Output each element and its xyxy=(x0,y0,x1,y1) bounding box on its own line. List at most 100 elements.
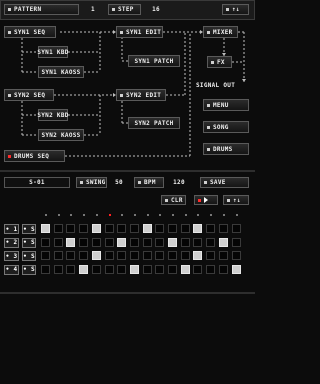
step-cell-3-1[interactable] xyxy=(41,251,50,260)
step-cell-2-10[interactable] xyxy=(155,237,165,247)
step-cell-2-14[interactable] xyxy=(206,237,216,247)
step-cell-3-7[interactable] xyxy=(117,251,127,260)
step-cell-4-16[interactable] xyxy=(231,264,241,274)
step-cell-4-8[interactable] xyxy=(129,264,139,274)
synth2-patch-button[interactable]: SYN2 PATCH xyxy=(128,117,180,129)
step-button[interactable]: STEP xyxy=(108,4,141,15)
synth1-edit-button[interactable]: SYN1 EDIT xyxy=(116,26,163,38)
track-1-solo-button[interactable]: • S xyxy=(22,224,36,234)
synth2-seq-button[interactable]: SYN2 SEQ xyxy=(4,89,54,101)
step-cell-1-13[interactable] xyxy=(193,224,203,233)
step-cell-1-16[interactable] xyxy=(231,224,241,233)
step-cell-3-13[interactable] xyxy=(193,251,203,260)
drums-button[interactable]: DRUMS xyxy=(203,143,249,155)
step-cell-1-4[interactable] xyxy=(79,224,89,233)
step-cell-4-13[interactable] xyxy=(193,264,203,274)
save-button[interactable]: SAVE xyxy=(200,177,249,188)
track-4-button[interactable]: • 4 xyxy=(4,264,19,275)
track-4-solo-button[interactable]: • S xyxy=(22,264,36,275)
track-2-solo-button[interactable]: • S xyxy=(22,237,36,248)
step-cell-4-2[interactable] xyxy=(53,264,63,274)
step-cell-2-12[interactable] xyxy=(180,237,190,247)
step-cell-1-12[interactable] xyxy=(180,224,190,233)
clear-button[interactable]: CLR xyxy=(161,195,186,205)
step-cell-3-14[interactable] xyxy=(206,251,216,260)
step-cell-2-7[interactable] xyxy=(117,237,127,247)
synth1-patch-button[interactable]: SYN1 PATCH xyxy=(128,55,180,67)
step-cell-1-10[interactable] xyxy=(155,224,165,233)
step-cell-4-11[interactable] xyxy=(168,264,177,274)
synth1-kaoss-button[interactable]: SYN1 KAOSS xyxy=(38,66,84,78)
step-cell-3-16[interactable] xyxy=(231,251,241,260)
step-cell-4-1[interactable] xyxy=(41,264,50,274)
step-cell-1-5[interactable] xyxy=(91,224,101,233)
step-cell-1-7[interactable] xyxy=(117,224,127,233)
step-cell-2-2[interactable] xyxy=(53,237,63,247)
step-cell-4-4[interactable] xyxy=(79,264,89,274)
step-cell-1-1[interactable] xyxy=(41,224,50,233)
step-cell-3-2[interactable] xyxy=(53,251,63,260)
step-cell-4-12[interactable] xyxy=(180,264,190,274)
step-cell-1-9[interactable] xyxy=(142,224,152,233)
pattern-button[interactable]: PATTERN xyxy=(4,4,79,15)
step-cell-2-15[interactable] xyxy=(218,237,228,247)
step-cell-3-9[interactable] xyxy=(142,251,152,260)
step-cell-3-11[interactable] xyxy=(168,251,177,260)
step-cell-2-4[interactable] xyxy=(79,237,89,247)
step-cell-2-5[interactable] xyxy=(91,237,101,247)
synth1-kbd-button[interactable]: SYN1 KBD xyxy=(37,46,68,58)
step-led-14 xyxy=(210,214,213,216)
step-cell-4-9[interactable] xyxy=(142,264,152,274)
step-cell-3-15[interactable] xyxy=(218,251,228,260)
step-cell-4-10[interactable] xyxy=(155,264,165,274)
step-cell-1-8[interactable] xyxy=(129,224,139,233)
track-3-button[interactable]: • 3 xyxy=(4,251,19,261)
step-cell-1-14[interactable] xyxy=(206,224,216,233)
step-cell-3-4[interactable] xyxy=(79,251,89,260)
mixer-button[interactable]: MIXER xyxy=(203,26,238,38)
step-cell-1-15[interactable] xyxy=(218,224,228,233)
pattern-updown-button[interactable]: ↑↓ xyxy=(222,4,249,15)
swing-button[interactable]: SWING xyxy=(76,177,107,188)
step-cell-2-16[interactable] xyxy=(231,237,241,247)
menu-button[interactable]: MENU xyxy=(203,99,249,111)
play-button[interactable] xyxy=(194,195,218,205)
updown-led xyxy=(226,8,229,11)
step-cell-4-14[interactable] xyxy=(206,264,216,274)
step-cell-4-3[interactable] xyxy=(66,264,76,274)
track-1-button[interactable]: • 1 xyxy=(4,224,19,234)
synth1-seq-button[interactable]: SYN1 SEQ xyxy=(4,26,56,38)
step-cell-2-6[interactable] xyxy=(104,237,114,247)
step-cell-2-11[interactable] xyxy=(168,237,177,247)
step-cell-1-6[interactable] xyxy=(104,224,114,233)
synth2-kbd-button[interactable]: SYN2 KBD xyxy=(37,109,68,121)
track-2-button[interactable]: • 2 xyxy=(4,237,19,248)
synth2-kaoss-button[interactable]: SYN2 KAOSS xyxy=(38,129,84,141)
song-slot-field[interactable]: S-01 xyxy=(4,177,70,188)
step-cell-1-2[interactable] xyxy=(53,224,63,233)
step-cell-3-12[interactable] xyxy=(180,251,190,260)
step-cell-3-6[interactable] xyxy=(104,251,114,260)
step-cell-2-9[interactable] xyxy=(142,237,152,247)
step-cell-4-5[interactable] xyxy=(91,264,101,274)
step-cell-3-10[interactable] xyxy=(155,251,165,260)
step-cell-2-3[interactable] xyxy=(66,237,76,247)
step-cell-3-3[interactable] xyxy=(66,251,76,260)
step-cell-4-15[interactable] xyxy=(218,264,228,274)
step-cell-1-3[interactable] xyxy=(66,224,76,233)
step-cell-4-7[interactable] xyxy=(117,264,127,274)
step-cell-3-8[interactable] xyxy=(129,251,139,260)
drums-seq-button[interactable]: DRUMS SEQ xyxy=(4,150,65,162)
row-updown-button[interactable]: ↑↓ xyxy=(223,195,249,205)
step-cell-2-8[interactable] xyxy=(129,237,139,247)
song-button[interactable]: SONG xyxy=(203,121,249,133)
step-cell-2-13[interactable] xyxy=(193,237,203,247)
track-3-solo-button[interactable]: • S xyxy=(22,251,36,261)
bpm-button[interactable]: BPM xyxy=(134,177,164,188)
fx-button[interactable]: FX xyxy=(207,56,232,68)
step-cell-3-5[interactable] xyxy=(91,251,101,260)
step-cell-1-11[interactable] xyxy=(168,224,177,233)
step-cell-4-6[interactable] xyxy=(104,264,114,274)
step-cell-2-1[interactable] xyxy=(41,237,50,247)
synth2-edit-button[interactable]: SYN2 EDIT xyxy=(116,89,166,101)
